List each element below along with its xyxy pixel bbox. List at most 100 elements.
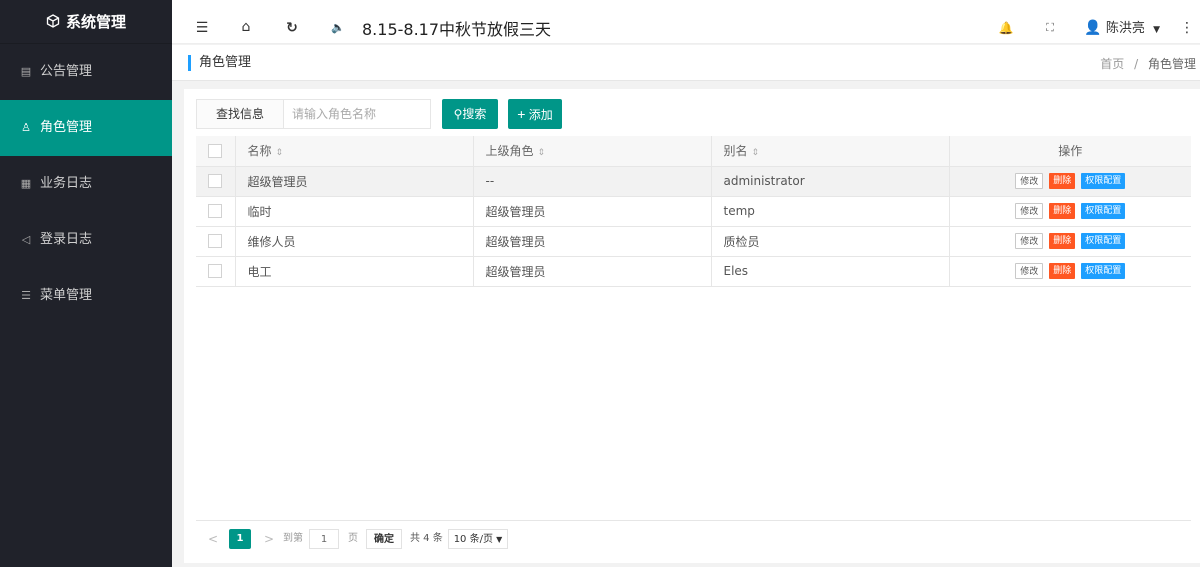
role-alias-cell: 质检员 xyxy=(711,226,950,257)
add-button-label: 添加 xyxy=(528,108,553,122)
col-name-header[interactable]: 名称 ⇕ xyxy=(235,136,474,167)
top-header: ☰ ⌂ ↻ 🔈 8.15-8.17中秋节放假三天 🔔 ⛶ 👤 陈洪亮 ▼ ⋮ xyxy=(172,0,1200,44)
breadcrumb-separator: / xyxy=(1134,57,1139,71)
main-card: 查找信息 ⚲搜索 + 添加 名称 ⇕ 上级角色 ⇕ 别名 ⇕ 操作 超级管理员 xyxy=(184,89,1200,563)
page-size-value: 10 条/页 xyxy=(453,534,493,545)
sidebar-item-announcements[interactable]: ▤ 公告管理 xyxy=(0,44,172,100)
col-parent-header[interactable]: 上级角色 ⇕ xyxy=(473,136,712,167)
edit-button[interactable]: 修改 xyxy=(1015,173,1044,189)
sidebar: 系统管理 ▤ 公告管理 ♙ 角色管理 ▦ 业务日志 ◁ 登录日志 ☰ 菜单管理 xyxy=(0,0,172,567)
delete-button[interactable]: 删除 xyxy=(1049,263,1076,279)
row-actions: 修改 删除 权限配置 xyxy=(949,166,1191,197)
goto-confirm-button[interactable]: 确定 xyxy=(366,529,402,549)
permission-config-button[interactable]: 权限配置 xyxy=(1081,263,1126,279)
user-avatar-icon: 👤 xyxy=(1084,20,1102,36)
bell-icon[interactable]: 🔔 xyxy=(994,0,1018,44)
table-header-row: 名称 ⇕ 上级角色 ⇕ 别名 ⇕ 操作 xyxy=(196,136,1191,167)
calendar-icon: ▦ xyxy=(20,177,32,190)
role-alias-cell: temp xyxy=(711,196,950,227)
row-select-cell[interactable] xyxy=(196,196,236,227)
sidebar-logo-text: 系统管理 xyxy=(65,13,126,31)
sort-icon[interactable]: ⇕ xyxy=(538,148,546,158)
next-page-button[interactable]: > xyxy=(264,529,274,549)
plus-icon: + xyxy=(517,106,526,122)
list-icon: ☰ xyxy=(21,289,31,302)
col-header-label: 操作 xyxy=(1058,144,1083,159)
add-button[interactable]: + 添加 xyxy=(508,99,562,129)
goto-page-input[interactable]: 1 xyxy=(309,529,339,549)
sidebar-item-label: 菜单管理 xyxy=(40,288,93,303)
sidebar-item-menu-management[interactable]: ☰ 菜单管理 xyxy=(0,268,172,324)
delete-button[interactable]: 删除 xyxy=(1049,173,1076,189)
row-checkbox[interactable] xyxy=(208,174,223,189)
delete-button[interactable]: 删除 xyxy=(1049,203,1076,219)
role-parent-cell: 超级管理员 xyxy=(473,256,712,287)
role-parent-cell: 超级管理员 xyxy=(473,196,712,227)
row-checkbox[interactable] xyxy=(208,204,223,219)
breadcrumb-home[interactable]: 首页 xyxy=(1100,57,1124,71)
prev-page-button[interactable]: < xyxy=(208,529,218,549)
sidebar-item-login-log[interactable]: ◁ 登录日志 xyxy=(0,212,172,268)
page-1-button[interactable]: 1 xyxy=(229,529,251,549)
role-name-cell: 电工 xyxy=(235,256,474,287)
permission-config-button[interactable]: 权限配置 xyxy=(1081,173,1126,189)
edit-button[interactable]: 修改 xyxy=(1015,233,1044,249)
role-name-cell: 维修人员 xyxy=(235,226,474,257)
delete-button[interactable]: 删除 xyxy=(1049,233,1076,249)
col-ops-header: 操作 xyxy=(949,136,1191,167)
page-title: 角色管理 xyxy=(188,55,251,71)
role-alias-cell: Eles xyxy=(711,256,950,287)
row-actions: 修改 删除 权限配置 xyxy=(949,256,1191,287)
permission-config-button[interactable]: 权限配置 xyxy=(1081,203,1126,219)
select-all-cell[interactable] xyxy=(196,136,236,167)
goto-label: 到第 xyxy=(283,533,303,544)
page-size-select[interactable]: 10 条/页 ▼ xyxy=(448,529,508,549)
search-button[interactable]: ⚲搜索 xyxy=(442,99,498,129)
role-parent-cell: 超级管理员 xyxy=(473,226,712,257)
sidebar-item-label: 公告管理 xyxy=(40,64,93,79)
breadcrumb: 首页 / 角色管理 xyxy=(1100,55,1196,72)
chevron-down-icon: ▼ xyxy=(1153,25,1160,35)
refresh-icon[interactable]: ↻ xyxy=(280,0,304,44)
edit-button[interactable]: 修改 xyxy=(1015,263,1044,279)
row-checkbox[interactable] xyxy=(208,234,223,249)
role-name-cell: 超级管理员 xyxy=(235,166,474,197)
user-icon: ♙ xyxy=(21,121,31,134)
edit-button[interactable]: 修改 xyxy=(1015,203,1044,219)
select-all-checkbox[interactable] xyxy=(208,144,223,158)
menu-toggle-icon[interactable]: ☰ xyxy=(190,0,214,44)
document-icon: ▤ xyxy=(20,65,32,78)
cube-icon xyxy=(46,14,60,28)
sidebar-item-roles[interactable]: ♙ 角色管理 xyxy=(0,100,172,156)
col-header-label: 名称 xyxy=(247,144,272,159)
breadcrumb-current: 角色管理 xyxy=(1147,57,1196,71)
col-header-label: 上级角色 xyxy=(485,144,534,159)
roles-table: 名称 ⇕ 上级角色 ⇕ 别名 ⇕ 操作 超级管理员 -- administrator … xyxy=(196,136,1191,287)
row-select-cell[interactable] xyxy=(196,166,236,197)
sort-icon[interactable]: ⇕ xyxy=(752,148,760,158)
table-row: 临时 超级管理员 temp 修改 删除 权限配置 xyxy=(196,196,1191,227)
col-alias-header[interactable]: 别名 ⇕ xyxy=(711,136,950,167)
search-button-label: 搜索 xyxy=(462,107,487,121)
row-actions: 修改 删除 权限配置 xyxy=(949,196,1191,227)
home-icon[interactable]: ⌂ xyxy=(234,0,258,44)
row-checkbox[interactable] xyxy=(208,264,223,279)
row-select-cell[interactable] xyxy=(196,256,236,287)
sidebar-item-label: 登录日志 xyxy=(40,232,93,247)
breadcrumb-bar: 角色管理 首页 / 角色管理 xyxy=(172,45,1200,81)
speaker-icon: 🔈 xyxy=(331,21,345,34)
total-count: 共 4 条 xyxy=(410,533,443,544)
fullscreen-icon[interactable]: ⛶ xyxy=(1038,0,1062,44)
permission-config-button[interactable]: 权限配置 xyxy=(1081,233,1126,249)
sort-icon[interactable]: ⇕ xyxy=(276,148,284,158)
search-label: 查找信息 xyxy=(196,99,284,129)
table-row: 超级管理员 -- administrator 修改 删除 权限配置 xyxy=(196,166,1191,197)
row-select-cell[interactable] xyxy=(196,226,236,257)
user-name: 陈洪亮 xyxy=(1105,21,1145,36)
role-search-input[interactable] xyxy=(283,99,431,129)
col-header-label: 别名 xyxy=(723,144,748,159)
role-alias-cell: administrator xyxy=(711,166,950,197)
sidebar-logo: 系统管理 xyxy=(0,0,172,44)
row-actions: 修改 删除 权限配置 xyxy=(949,226,1191,257)
sidebar-item-business-log[interactable]: ▦ 业务日志 xyxy=(0,156,172,212)
